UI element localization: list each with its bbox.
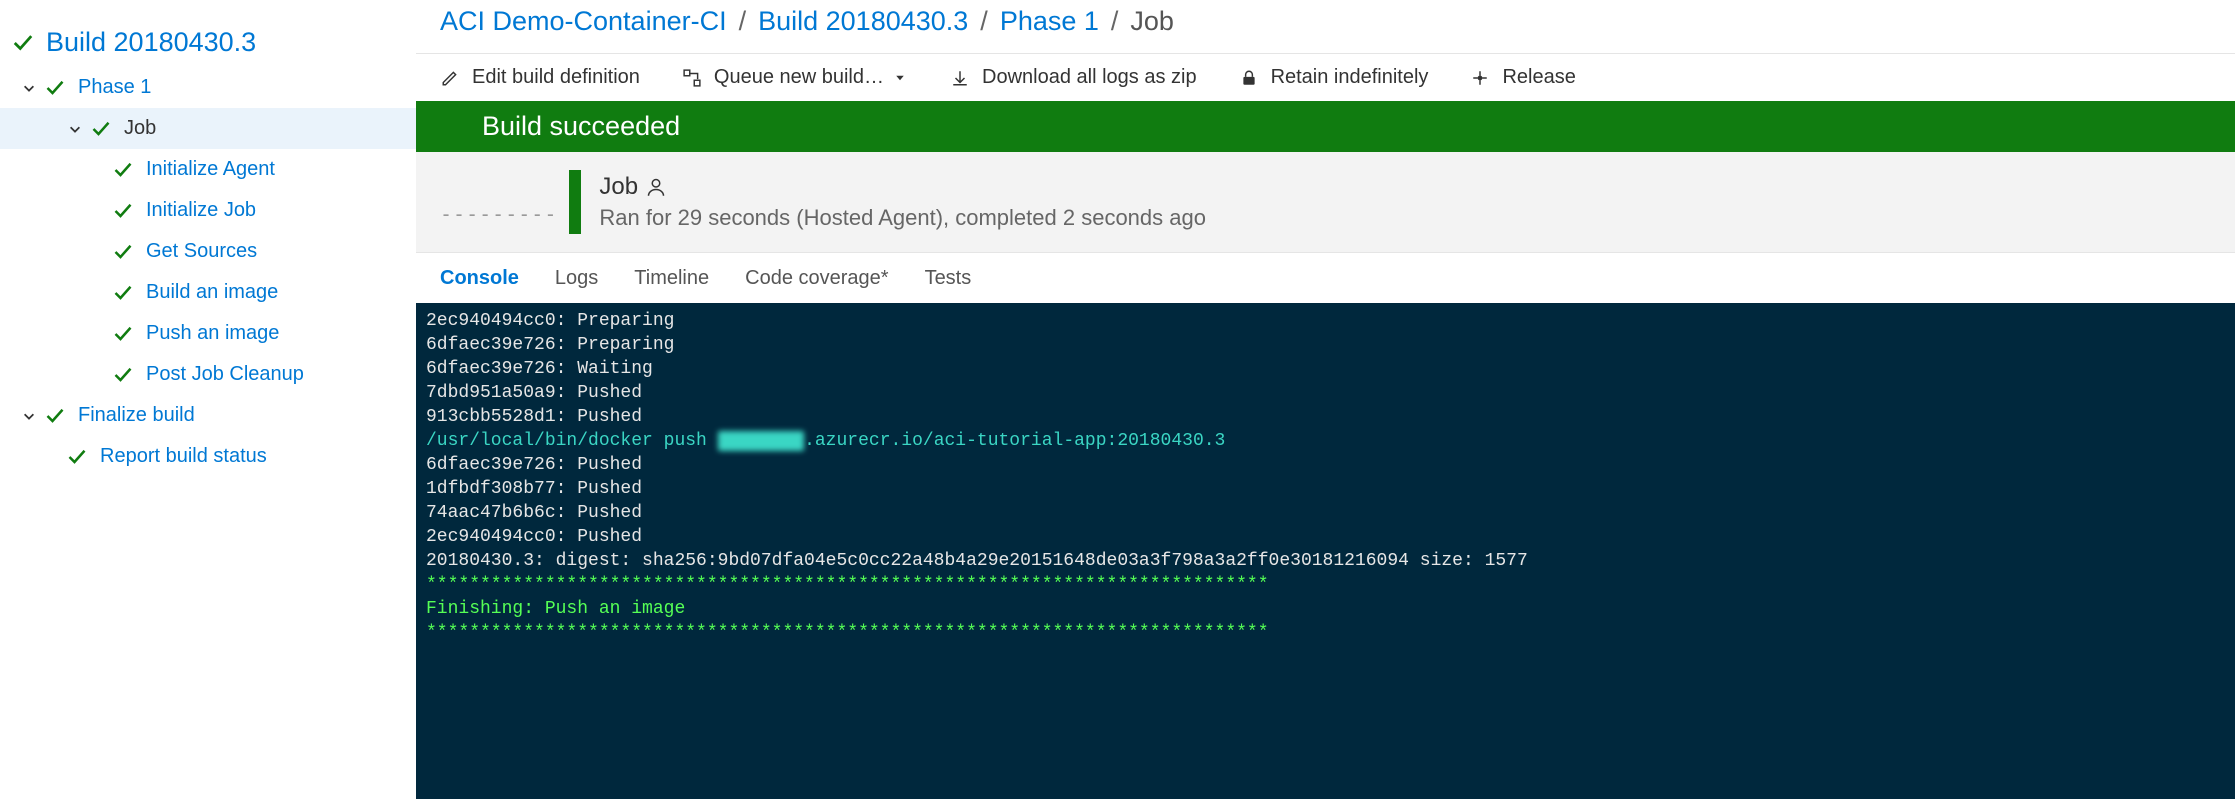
tree-step-initialize-agent[interactable]: Initialize Agent [0,149,416,190]
dashes-decoration: --------- [440,178,557,226]
sidebar: Build 20180430.3 Phase 1 Job Initialize … [0,0,416,799]
tree-build-label: Build 20180430.3 [46,27,256,58]
console-output[interactable]: 2ec940494cc0: Preparing 6dfaec39e726: Pr… [416,303,2235,799]
success-icon [112,282,134,304]
tree-phase1-label: Phase 1 [78,76,151,99]
console-line: 6dfaec39e726: Pushed [426,455,642,475]
tree-step-initialize-job[interactable]: Initialize Job [0,190,416,231]
person-icon [646,177,666,197]
console-line: 2ec940494cc0: Pushed [426,527,642,547]
toolbar-label: Edit build definition [472,66,640,89]
console-line: 20180430.3: digest: sha256:9bd07dfa04e5c… [426,551,1528,571]
console-line: 6dfaec39e726: Waiting [426,359,653,379]
lock-icon [1239,68,1259,88]
main-content: ACI Demo-Container-CI / Build 20180430.3… [416,0,2235,799]
tree-step-label: Initialize Job [146,199,256,222]
success-icon [112,364,134,386]
tabs: Console Logs Timeline Code coverage* Tes… [416,253,2235,303]
tree-step-post-cleanup[interactable]: Post Job Cleanup [0,354,416,395]
success-icon [12,32,34,54]
success-icon [44,405,66,427]
success-icon [112,200,134,222]
breadcrumb-job: Job [1130,6,1174,37]
console-line: 6dfaec39e726: Preparing [426,335,674,355]
chevron-down-icon [20,407,38,425]
tree-finalize-label: Finalize build [78,404,195,427]
tree-finalize[interactable]: Finalize build [0,395,416,436]
tab-tests[interactable]: Tests [925,267,972,302]
breadcrumb-project[interactable]: ACI Demo-Container-CI [440,6,727,37]
status-bar-green [569,170,581,234]
tree-step-get-sources[interactable]: Get Sources [0,231,416,272]
tree-step-label: Post Job Cleanup [146,363,304,386]
breadcrumb-phase[interactable]: Phase 1 [1000,6,1099,37]
tree-report-status[interactable]: Report build status [0,436,416,477]
console-cmd-pre: /usr/local/bin/docker push [426,431,718,451]
breadcrumb-build[interactable]: Build 20180430.3 [758,6,968,37]
toolbar-label: Queue new build… [714,66,884,89]
success-icon [66,446,88,468]
console-line: 74aac47b6b6c: Pushed [426,503,642,523]
breadcrumb-sep: / [1109,6,1121,37]
console-line-stars: ****************************************… [426,623,1269,643]
toolbar-label: Download all logs as zip [982,66,1197,89]
tree-report-label: Report build status [100,445,267,468]
queue-new-build-button[interactable]: Queue new build… [682,66,908,89]
retain-indefinitely-button[interactable]: Retain indefinitely [1239,66,1429,89]
pencil-icon [440,68,460,88]
queue-icon [682,68,702,88]
job-title-text: Job [599,173,638,201]
success-icon [112,241,134,263]
tree-step-label: Get Sources [146,240,257,263]
tree-job-label: Job [124,117,156,140]
job-subtitle: Ran for 29 seconds (Hosted Agent), compl… [599,205,1206,231]
release-icon [1470,68,1490,88]
toolbar: Edit build definition Queue new build… D… [416,54,2235,101]
tree-phase1[interactable]: Phase 1 [0,67,416,108]
success-icon [44,77,66,99]
chevron-down-icon [66,120,84,138]
download-logs-button[interactable]: Download all logs as zip [950,66,1197,89]
release-button[interactable]: Release [1470,66,1575,89]
console-line: 913cbb5528d1: Pushed [426,407,642,427]
tab-timeline[interactable]: Timeline [634,267,709,302]
tree-step-push-image[interactable]: Push an image [0,313,416,354]
console-line: 7dbd951a50a9: Pushed [426,383,642,403]
tab-coverage[interactable]: Code coverage* [745,267,888,302]
tab-console[interactable]: Console [440,267,519,302]
console-redacted: xxxxxxxx [718,431,804,451]
tree-job[interactable]: Job [0,108,416,149]
success-icon [112,323,134,345]
breadcrumb-sep: / [978,6,990,37]
toolbar-label: Release [1502,66,1575,89]
breadcrumb: ACI Demo-Container-CI / Build 20180430.3… [416,0,2235,54]
tree-build-root[interactable]: Build 20180430.3 [0,18,416,67]
banner-text: Build succeeded [482,111,680,141]
console-line-stars: ****************************************… [426,575,1269,595]
job-header: --------- Job Ran for 29 seconds (Hosted… [416,152,2235,253]
tab-logs[interactable]: Logs [555,267,598,302]
caret-down-icon[interactable] [892,70,908,86]
tree-step-label: Build an image [146,281,278,304]
console-line-command: /usr/local/bin/docker push xxxxxxxx.azur… [426,431,1225,451]
edit-build-definition-button[interactable]: Edit build definition [440,66,640,89]
console-line-finishing: Finishing: Push an image [426,599,685,619]
chevron-down-icon [20,79,38,97]
success-icon [90,118,112,140]
success-icon [112,159,134,181]
console-line: 2ec940494cc0: Preparing [426,311,674,331]
tree-step-label: Push an image [146,322,279,345]
console-cmd-post: .azurecr.io/aci-tutorial-app:20180430.3 [804,431,1225,451]
job-title: Job [599,173,1206,201]
toolbar-label: Retain indefinitely [1271,66,1429,89]
breadcrumb-sep: / [737,6,749,37]
console-line: 1dfbdf308b77: Pushed [426,479,642,499]
tree-step-label: Initialize Agent [146,158,275,181]
build-succeeded-banner: Build succeeded [416,101,2235,152]
download-icon [950,68,970,88]
tree-step-build-image[interactable]: Build an image [0,272,416,313]
